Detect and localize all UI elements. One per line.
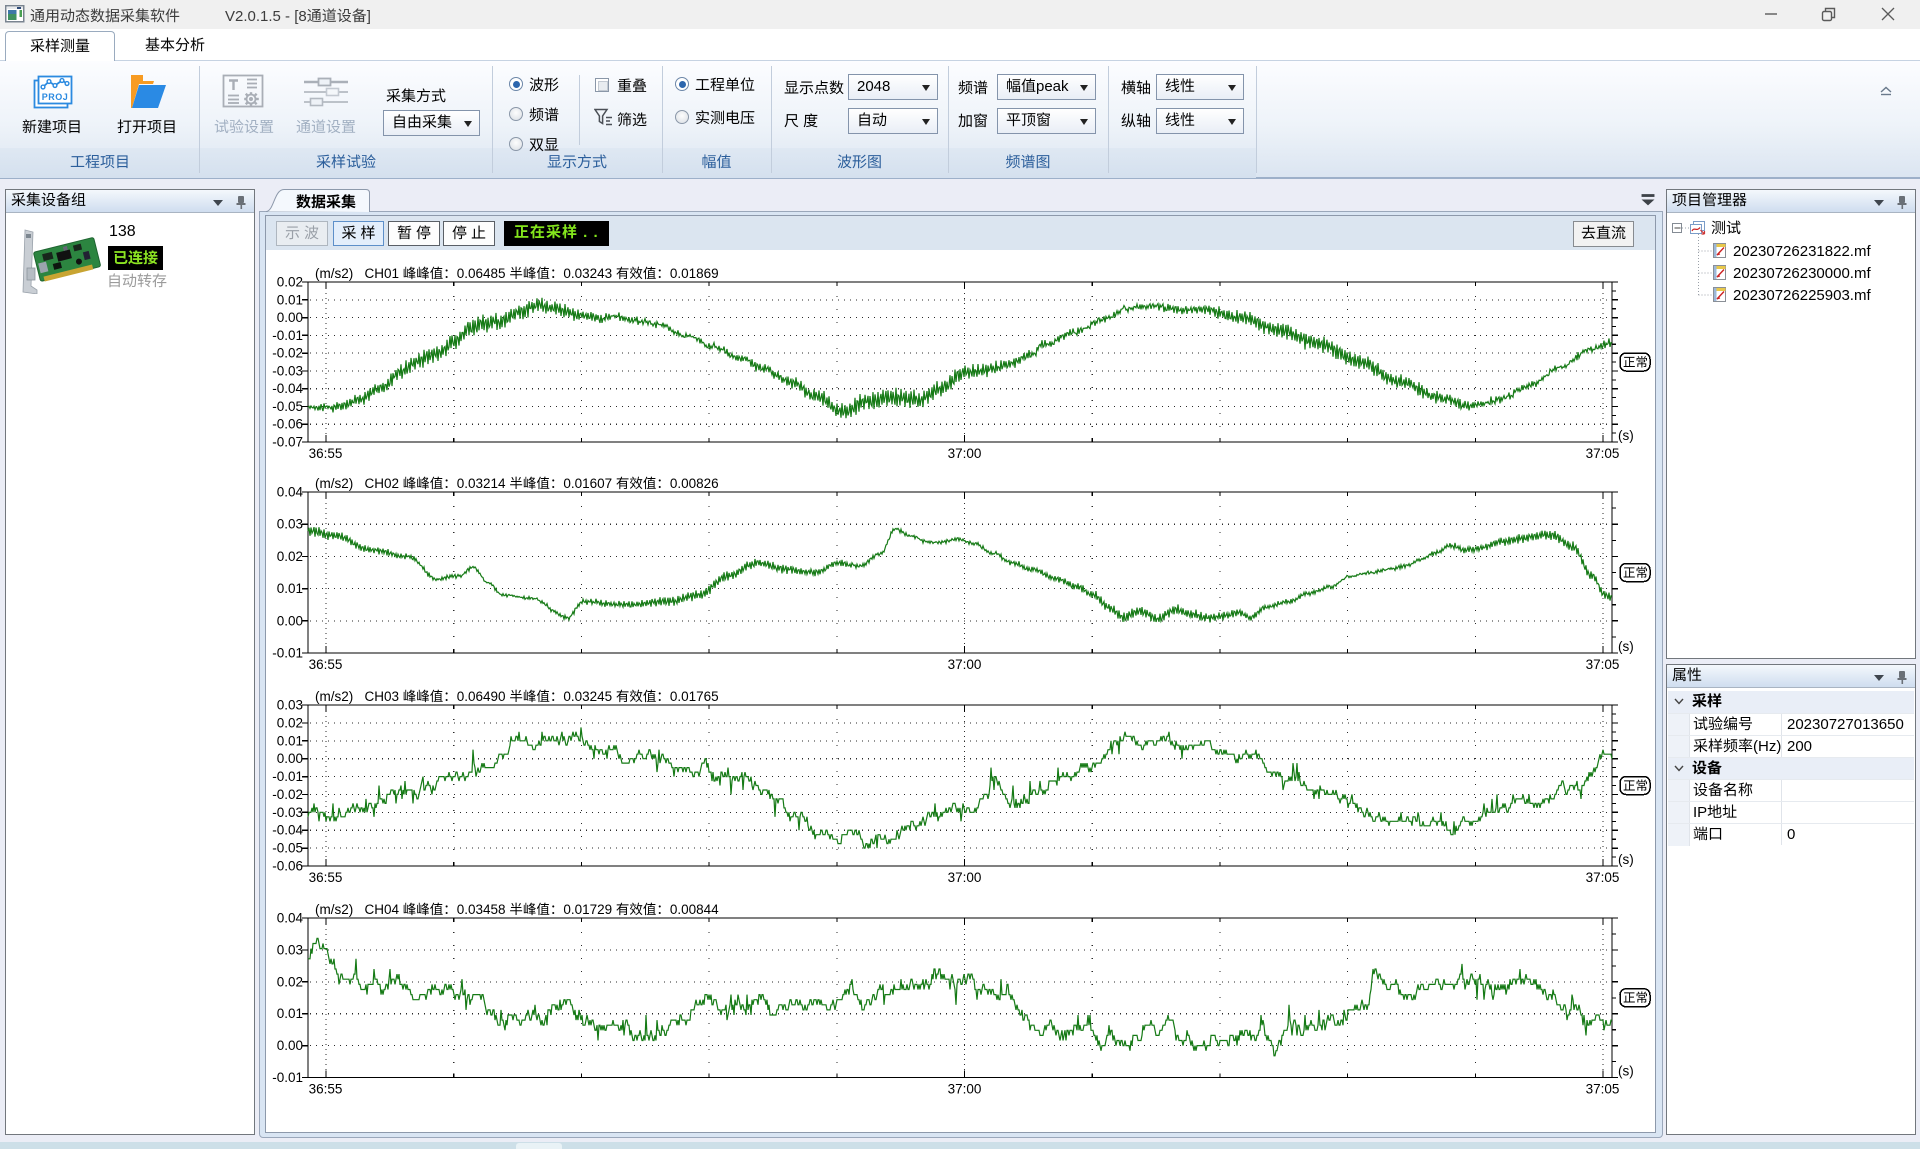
svg-text:-0.01: -0.01: [272, 1070, 303, 1085]
svg-text:(m/s2) CH03 峰峰值：0.06490 半峰值：: (m/s2) CH03 峰峰值：0.06490 半峰值：0.03245 有效值：…: [315, 689, 719, 704]
svg-text:0.01: 0.01: [277, 733, 303, 748]
svg-text:36:55: 36:55: [309, 657, 343, 672]
svg-text:0.02: 0.02: [277, 974, 303, 989]
svg-text:(m/s2) CH01 峰峰值：0.06485 半峰值：: (m/s2) CH01 峰峰值：0.06485 半峰值：0.03243 有效值：…: [315, 266, 719, 281]
svg-text:(m/s2) CH04 峰峰值：0.03458 半峰值：: (m/s2) CH04 峰峰值：0.03458 半峰值：0.01729 有效值：…: [315, 902, 719, 917]
svg-text:0.04: 0.04: [277, 485, 304, 500]
svg-text:0.01: 0.01: [277, 292, 303, 307]
svg-text:0.02: 0.02: [277, 549, 303, 564]
svg-text:37:00: 37:00: [948, 446, 982, 461]
svg-text:-0.06: -0.06: [272, 859, 303, 874]
svg-text:测试: 测试: [1711, 220, 1741, 237]
svg-text:37:00: 37:00: [948, 1082, 982, 1097]
svg-text:37:05: 37:05: [1586, 446, 1620, 461]
svg-text:-0.01: -0.01: [272, 646, 303, 661]
svg-text:-0.02: -0.02: [272, 346, 303, 361]
svg-text:-0.05: -0.05: [272, 399, 303, 414]
svg-text:37:05: 37:05: [1586, 657, 1620, 672]
svg-text:正常: 正常: [1623, 779, 1648, 793]
svg-text:37:00: 37:00: [948, 657, 982, 672]
svg-text:(s): (s): [1618, 1064, 1634, 1079]
svg-text:0.00: 0.00: [277, 613, 303, 628]
svg-text:-0.06: -0.06: [272, 417, 303, 432]
svg-text:(m/s2) CH02 峰峰值：0.03214 半峰值：: (m/s2) CH02 峰峰值：0.03214 半峰值：0.01607 有效值：…: [315, 476, 719, 491]
svg-text:37:00: 37:00: [948, 870, 982, 885]
svg-text:0.04: 0.04: [277, 911, 304, 926]
svg-text:0.03: 0.03: [277, 942, 303, 957]
svg-text:(s): (s): [1618, 852, 1634, 867]
svg-text:正常: 正常: [1623, 566, 1648, 580]
svg-text:-0.07: -0.07: [272, 435, 303, 450]
svg-text:-0.01: -0.01: [272, 328, 303, 343]
svg-text:0.02: 0.02: [277, 275, 303, 290]
svg-text:37:05: 37:05: [1586, 870, 1620, 885]
svg-text:20230726225903.mf: 20230726225903.mf: [1733, 287, 1871, 304]
svg-text:0.00: 0.00: [277, 310, 303, 325]
svg-text:36:55: 36:55: [309, 446, 343, 461]
svg-text:0.03: 0.03: [277, 698, 303, 713]
svg-text:正常: 正常: [1623, 991, 1648, 1005]
svg-text:0.00: 0.00: [277, 1038, 303, 1053]
svg-text:(s): (s): [1618, 639, 1634, 654]
svg-text:36:55: 36:55: [309, 1082, 343, 1097]
svg-text:-0.02: -0.02: [272, 787, 303, 802]
svg-text:36:55: 36:55: [309, 870, 343, 885]
svg-text:正常: 正常: [1623, 356, 1648, 370]
svg-text:PROJ: PROJ: [42, 92, 69, 102]
svg-text:(s): (s): [1618, 428, 1634, 443]
svg-text:20230726231822.mf: 20230726231822.mf: [1733, 243, 1871, 260]
svg-text:37:05: 37:05: [1586, 1082, 1620, 1097]
svg-text:0.01: 0.01: [277, 1006, 303, 1021]
svg-text:0.03: 0.03: [277, 517, 303, 532]
svg-text:0.00: 0.00: [277, 751, 303, 766]
svg-text:-0.03: -0.03: [272, 805, 303, 820]
svg-text:-0.03: -0.03: [272, 363, 303, 378]
svg-text:0.01: 0.01: [277, 581, 303, 596]
svg-text:-0.04: -0.04: [272, 823, 303, 838]
svg-text:20230726230000.mf: 20230726230000.mf: [1733, 265, 1871, 282]
svg-text:-0.05: -0.05: [272, 841, 303, 856]
svg-text:-0.04: -0.04: [272, 381, 303, 396]
svg-text:0.02: 0.02: [277, 715, 303, 730]
svg-text:-0.01: -0.01: [272, 769, 303, 784]
